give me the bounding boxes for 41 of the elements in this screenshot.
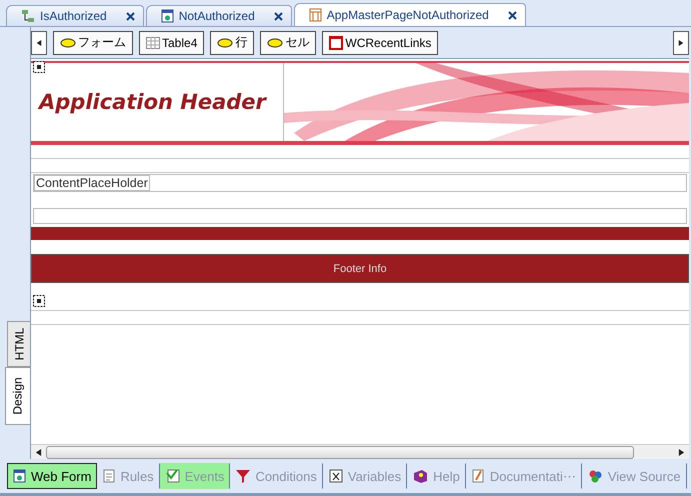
element-button[interactable]: フォーム — [53, 30, 133, 54]
scroll-right-button[interactable] — [673, 30, 689, 54]
element-button[interactable]: WCRecentLinks — [322, 30, 438, 54]
header-title: Application Header — [39, 90, 266, 114]
table-icon — [146, 36, 160, 48]
form-icon — [160, 9, 174, 23]
handle-icon[interactable] — [33, 61, 45, 73]
checklist-icon — [166, 469, 180, 483]
funnel-icon — [236, 469, 250, 483]
component-icon — [329, 36, 344, 50]
element-button[interactable]: 行 — [210, 30, 254, 54]
handle-icon[interactable] — [33, 295, 45, 307]
tree-icon — [21, 9, 35, 23]
scroll-left-icon[interactable] — [35, 448, 42, 456]
view-tab[interactable]: HTML — [7, 321, 30, 367]
document-tab[interactable]: AppMasterPageNotAuthorized — [294, 3, 526, 26]
editor-tab[interactable]: Web Form — [7, 463, 98, 489]
right-arrow-icon[interactable] — [678, 40, 684, 46]
oval-icon — [60, 38, 76, 48]
page-layout-icon — [308, 8, 322, 22]
scroll-thumb[interactable] — [46, 446, 634, 458]
close-icon[interactable] — [126, 12, 135, 20]
footer-text: Footer Info — [333, 262, 387, 274]
element-button[interactable]: Table4 — [139, 30, 204, 54]
left-arrow-icon[interactable] — [36, 40, 42, 46]
element-button[interactable]: セル — [260, 30, 316, 54]
placeholder-label: ContentPlaceHolder — [34, 175, 150, 191]
document-pen-icon — [472, 469, 485, 483]
scroll-right-icon[interactable] — [678, 448, 685, 456]
scroll-left-button[interactable] — [31, 30, 47, 54]
close-icon[interactable] — [274, 12, 283, 20]
oval-icon — [217, 38, 234, 48]
variable-icon — [328, 469, 343, 483]
source-icon — [588, 469, 603, 483]
document-tab[interactable]: NotAuthorized — [146, 5, 292, 26]
document-icon — [103, 469, 116, 483]
view-tab[interactable]: Design — [5, 367, 30, 425]
oval-icon — [267, 38, 284, 48]
close-icon[interactable] — [508, 10, 517, 20]
document-tab[interactable]: IsAuthorized — [6, 5, 144, 26]
form-icon — [13, 469, 26, 483]
